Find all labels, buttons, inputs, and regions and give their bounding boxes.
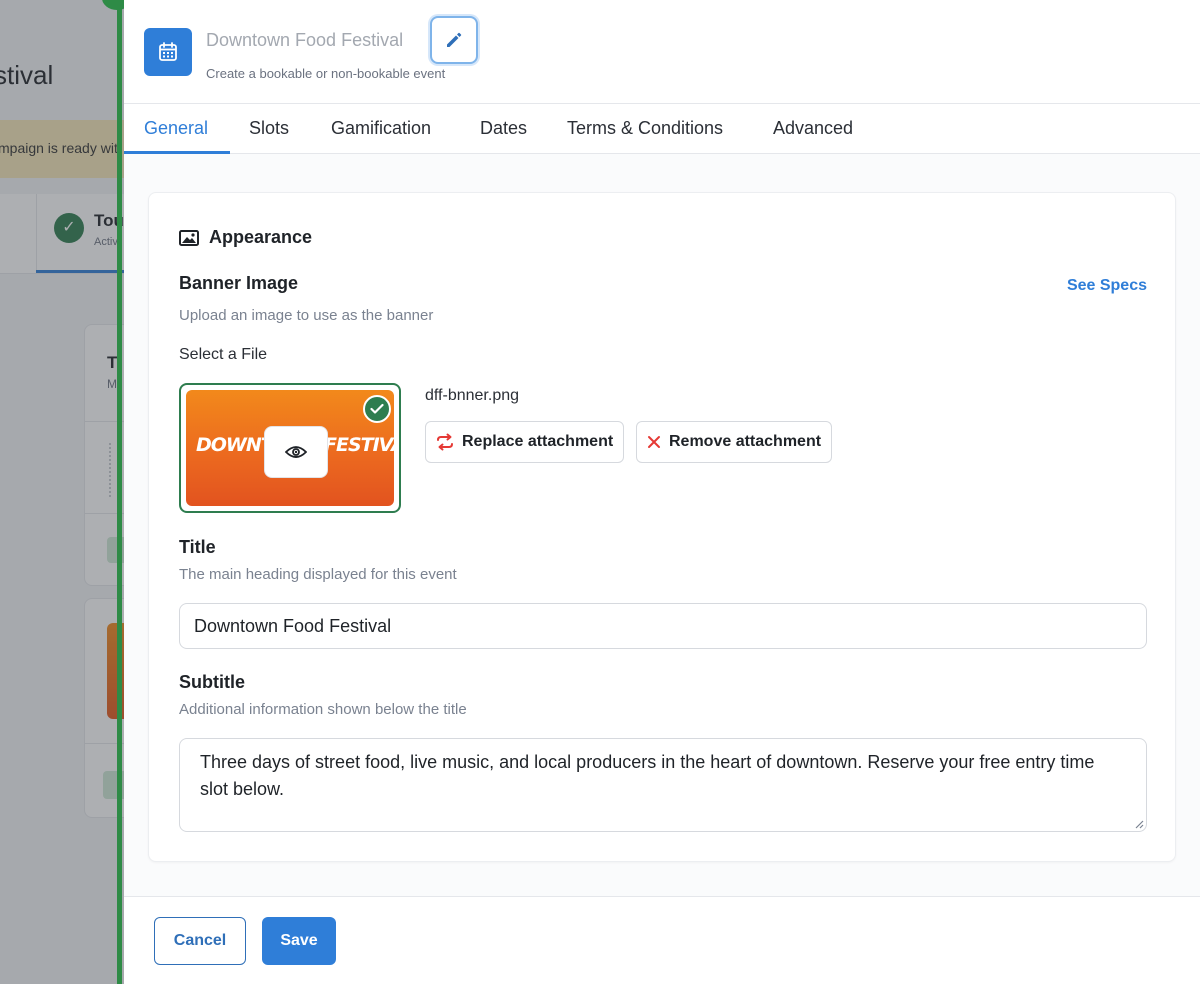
- tab-bar: General Slots Gamification Dates Terms &…: [124, 104, 1200, 154]
- preview-button[interactable]: [264, 426, 328, 478]
- save-button[interactable]: Save: [262, 917, 336, 965]
- edit-title-button[interactable]: [430, 16, 478, 64]
- appearance-title-text: Appearance: [209, 227, 313, 247]
- banner-thumbnail[interactable]: DOWNTO FESTIVAL: [179, 383, 401, 513]
- title-field-hint: The main heading displayed for this even…: [179, 566, 457, 583]
- thumbnail-text-right: FESTIVAL: [324, 434, 394, 456]
- resize-handle-icon[interactable]: [1134, 819, 1144, 829]
- tab-general[interactable]: General: [144, 118, 208, 139]
- tab-dates[interactable]: Dates: [480, 118, 527, 139]
- remove-attachment-button[interactable]: Remove attachment: [636, 421, 833, 463]
- replace-attachment-label: Replace attachment: [462, 433, 614, 450]
- tab-terms-conditions[interactable]: Terms & Conditions: [567, 118, 723, 139]
- banner-image-hint: Upload an image to use as the banner: [179, 307, 434, 324]
- subtitle-textarea[interactable]: Three days of street food, live music, a…: [179, 738, 1147, 832]
- title-field-label: Title: [179, 537, 216, 557]
- pencil-icon: [447, 32, 462, 47]
- modal-overlay[interactable]: [0, 0, 124, 984]
- tab-slots[interactable]: Slots: [249, 118, 289, 139]
- tab-advanced[interactable]: Advanced: [773, 118, 853, 139]
- appearance-section-title: Appearance: [179, 227, 312, 248]
- tab-gamification[interactable]: Gamification: [331, 118, 431, 139]
- eye-icon: [285, 446, 307, 458]
- replace-attachment-button[interactable]: Replace attachment: [425, 421, 625, 463]
- close-icon: [648, 436, 660, 448]
- drawer-subtitle: Create a bookable or non-bookable event: [206, 66, 446, 81]
- event-drawer: Downtown Food Festival Create a bookable…: [124, 0, 1200, 984]
- appearance-card: Appearance Banner Image See Specs Upload…: [148, 192, 1176, 862]
- swap-icon: [437, 433, 453, 451]
- image-icon: [179, 229, 199, 246]
- remove-attachment-label: Remove attachment: [669, 433, 822, 450]
- drawer-content: Appearance Banner Image See Specs Upload…: [124, 154, 1200, 896]
- subtitle-field-label: Subtitle: [179, 672, 245, 692]
- drawer-edge-line: [117, 0, 122, 984]
- banner-image-label: Banner Image: [179, 273, 299, 293]
- drawer-footer: Cancel Save: [124, 896, 1200, 984]
- see-specs-link[interactable]: See Specs: [1067, 277, 1147, 295]
- subtitle-field-hint: Additional information shown below the t…: [179, 701, 467, 718]
- cancel-button[interactable]: Cancel: [154, 917, 246, 965]
- drawer-header: Downtown Food Festival Create a bookable…: [124, 0, 1200, 104]
- calendar-icon: [144, 28, 192, 76]
- subtitle-textarea-value: Three days of street food, live music, a…: [200, 752, 1095, 799]
- title-input[interactable]: Downtown Food Festival: [179, 603, 1147, 649]
- select-file-label: Select a File: [179, 346, 268, 363]
- selected-check-icon: [363, 395, 391, 423]
- drawer-title: Downtown Food Festival: [206, 30, 404, 50]
- attachment-file-name: dff-bnner.png: [425, 387, 520, 404]
